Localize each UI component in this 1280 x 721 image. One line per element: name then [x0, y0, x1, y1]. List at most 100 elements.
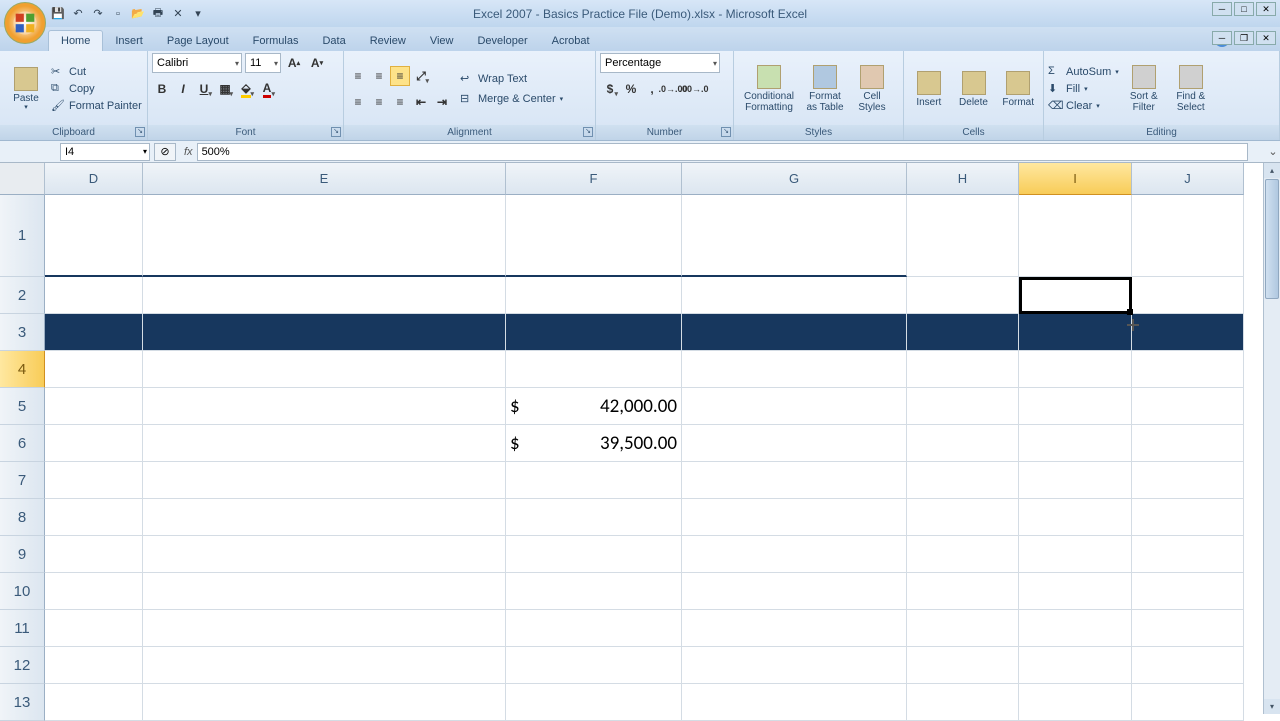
row-header-3[interactable]: 3: [0, 314, 45, 351]
orientation-button[interactable]: ⤢: [411, 66, 431, 86]
row-header-9[interactable]: 9: [0, 536, 45, 573]
cell-G10[interactable]: [682, 573, 907, 610]
conditional-formatting-button[interactable]: Conditional Formatting: [738, 65, 800, 113]
cell-J8[interactable]: [1132, 499, 1244, 536]
cell-J7[interactable]: [1132, 462, 1244, 499]
cell-D9[interactable]: [45, 536, 143, 573]
wrap-text-button[interactable]: ↩Wrap Text: [460, 72, 563, 86]
autosum-button[interactable]: ΣAutoSum▾: [1048, 65, 1119, 79]
cell-J2[interactable]: [1132, 277, 1244, 314]
cell-E3[interactable]: [143, 314, 506, 351]
cell-H2[interactable]: [907, 277, 1019, 314]
cell-E13[interactable]: [143, 684, 506, 721]
cell-D4[interactable]: [45, 351, 143, 388]
qat-customize-icon[interactable]: ▾: [190, 6, 206, 22]
cell-D10[interactable]: [45, 573, 143, 610]
cell-H10[interactable]: [907, 573, 1019, 610]
cell-I7[interactable]: [1019, 462, 1132, 499]
merge-center-button[interactable]: ⊟Merge & Center▾: [460, 92, 563, 106]
cell-J13[interactable]: [1132, 684, 1244, 721]
tab-view[interactable]: View: [418, 31, 466, 51]
column-header-F[interactable]: F: [506, 163, 682, 195]
cell-D12[interactable]: [45, 647, 143, 684]
cell-E7[interactable]: [143, 462, 506, 499]
shrink-font-button[interactable]: A▾: [307, 53, 327, 73]
scroll-thumb[interactable]: [1265, 179, 1279, 299]
tab-acrobat[interactable]: Acrobat: [540, 31, 602, 51]
column-header-J[interactable]: J: [1132, 163, 1244, 195]
cell-J3[interactable]: [1132, 314, 1244, 351]
row-header-2[interactable]: 2: [0, 277, 45, 314]
row-header-5[interactable]: 5: [0, 388, 45, 425]
cell-G2[interactable]: [682, 277, 907, 314]
worksheet-grid[interactable]: DEFGHIJ 12345$42,000.006$39,500.00789101…: [0, 163, 1280, 714]
cell-H4[interactable]: [907, 351, 1019, 388]
cell-H7[interactable]: [907, 462, 1019, 499]
increase-indent-button[interactable]: ⇥: [432, 92, 452, 112]
align-right-button[interactable]: ≡: [390, 92, 410, 112]
cut-button[interactable]: ✂Cut: [51, 65, 142, 79]
format-cells-button[interactable]: Format: [997, 71, 1039, 108]
delete-cells-button[interactable]: Delete: [953, 71, 995, 108]
print-icon[interactable]: 🖶: [150, 6, 166, 22]
cell-F13[interactable]: [506, 684, 682, 721]
cell-I10[interactable]: [1019, 573, 1132, 610]
formula-input[interactable]: 500%: [197, 143, 1248, 161]
cell-G1[interactable]: [682, 195, 907, 277]
font-size-combo[interactable]: 11: [245, 53, 281, 73]
cell-I11[interactable]: [1019, 610, 1132, 647]
cell-D1[interactable]: [45, 195, 143, 277]
number-launcher[interactable]: ↘: [721, 127, 731, 137]
name-box[interactable]: I4: [60, 143, 150, 161]
alignment-launcher[interactable]: ↘: [583, 127, 593, 137]
format-as-table-button[interactable]: Format as Table: [803, 65, 847, 113]
cell-I6[interactable]: [1019, 425, 1132, 462]
cell-I5[interactable]: [1019, 388, 1132, 425]
cell-E9[interactable]: [143, 536, 506, 573]
row-header-1[interactable]: 1: [0, 195, 45, 277]
select-all-corner[interactable]: [0, 163, 45, 195]
cell-H8[interactable]: [907, 499, 1019, 536]
row-header-7[interactable]: 7: [0, 462, 45, 499]
cell-I12[interactable]: [1019, 647, 1132, 684]
cell-E4[interactable]: [143, 351, 506, 388]
cell-D13[interactable]: [45, 684, 143, 721]
cell-H1[interactable]: [907, 195, 1019, 277]
cell-H9[interactable]: [907, 536, 1019, 573]
cell-H6[interactable]: [907, 425, 1019, 462]
cell-J6[interactable]: [1132, 425, 1244, 462]
cell-E6[interactable]: [143, 425, 506, 462]
new-icon[interactable]: ▫: [110, 6, 126, 22]
cell-J12[interactable]: [1132, 647, 1244, 684]
row-header-6[interactable]: 6: [0, 425, 45, 462]
cell-G12[interactable]: [682, 647, 907, 684]
cell-H13[interactable]: [907, 684, 1019, 721]
cell-F5[interactable]: $42,000.00: [506, 388, 682, 425]
scroll-down-button[interactable]: ▾: [1264, 699, 1280, 714]
tab-page-layout[interactable]: Page Layout: [155, 31, 241, 51]
tab-home[interactable]: Home: [48, 30, 103, 51]
fx-button[interactable]: ⊘: [154, 143, 176, 161]
bold-button[interactable]: B: [152, 79, 172, 99]
cell-G6[interactable]: [682, 425, 907, 462]
cell-E1[interactable]: [143, 195, 506, 277]
open-icon[interactable]: 📂: [130, 6, 146, 22]
tab-insert[interactable]: Insert: [103, 31, 155, 51]
cell-I4[interactable]: [1019, 351, 1132, 388]
wb-close-button[interactable]: ✕: [1256, 31, 1276, 45]
percent-button[interactable]: %: [621, 79, 641, 99]
copy-button[interactable]: ⧉Copy: [51, 82, 142, 96]
column-header-H[interactable]: H: [907, 163, 1019, 195]
format-painter-button[interactable]: 🖌Format Painter: [51, 99, 142, 113]
cell-D5[interactable]: [45, 388, 143, 425]
clipboard-launcher[interactable]: ↘: [135, 127, 145, 137]
cell-E5[interactable]: [143, 388, 506, 425]
currency-button[interactable]: $: [600, 79, 620, 99]
cell-J5[interactable]: [1132, 388, 1244, 425]
row-header-12[interactable]: 12: [0, 647, 45, 684]
tab-formulas[interactable]: Formulas: [241, 31, 311, 51]
cell-F11[interactable]: [506, 610, 682, 647]
cell-D7[interactable]: [45, 462, 143, 499]
find-select-button[interactable]: Find & Select: [1169, 65, 1213, 113]
cell-H5[interactable]: [907, 388, 1019, 425]
